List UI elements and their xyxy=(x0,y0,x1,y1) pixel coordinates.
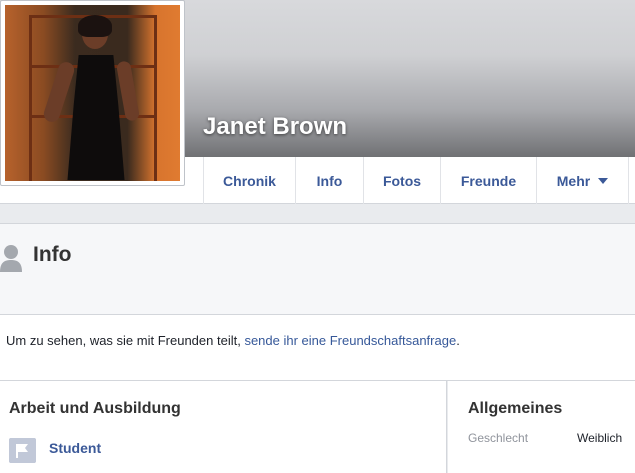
tab-freunde-label: Freunde xyxy=(460,172,517,189)
tab-chronik[interactable]: Chronik xyxy=(203,157,295,204)
info-title: Info xyxy=(33,243,72,266)
general-section: Allgemeines Geschlecht Weiblich xyxy=(448,381,635,473)
tab-info-label: Info xyxy=(316,172,343,189)
friend-request-text: Um zu sehen, was sie mit Freunden teilt,… xyxy=(6,333,460,348)
profile-tabs: Chronik Info Fotos Freunde Mehr xyxy=(203,157,629,204)
profile-photo-image xyxy=(5,5,180,181)
send-friend-request-link[interactable]: sende ihr eine Freundschaftsanfrage xyxy=(244,333,456,348)
work-education-section: Arbeit und Ausbildung Student xyxy=(0,381,447,473)
tab-fotos[interactable]: Fotos xyxy=(363,157,440,204)
tab-mehr-label: Mehr xyxy=(556,172,591,189)
caret-down-icon xyxy=(598,177,609,184)
tab-mehr[interactable]: Mehr xyxy=(536,157,629,204)
tab-freunde[interactable]: Freunde xyxy=(440,157,536,204)
work-item-student[interactable]: Student xyxy=(49,440,101,456)
tab-info[interactable]: Info xyxy=(295,157,363,204)
friend-request-box: Um zu sehen, was sie mit Freunden teilt,… xyxy=(0,315,635,381)
gender-label: Geschlecht xyxy=(468,431,529,445)
profile-name[interactable]: Janet Brown xyxy=(203,113,347,141)
tab-fotos-label: Fotos xyxy=(382,172,422,189)
tab-chronik-label: Chronik xyxy=(223,172,276,189)
general-title: Allgemeines xyxy=(468,400,563,417)
info-header: Info xyxy=(0,223,635,315)
friend-request-suffix: . xyxy=(456,333,460,348)
work-education-title: Arbeit und Ausbildung xyxy=(9,400,181,417)
gender-value: Weiblich xyxy=(577,431,623,445)
profile-page: Janet Brown Chronik Info Fotos Freunde M… xyxy=(0,0,635,473)
profile-picture[interactable] xyxy=(0,0,185,186)
flag-icon xyxy=(9,438,36,463)
friend-request-prefix: Um zu sehen, was sie mit Freunden teilt, xyxy=(6,333,245,348)
person-silhouette-icon xyxy=(0,245,22,272)
